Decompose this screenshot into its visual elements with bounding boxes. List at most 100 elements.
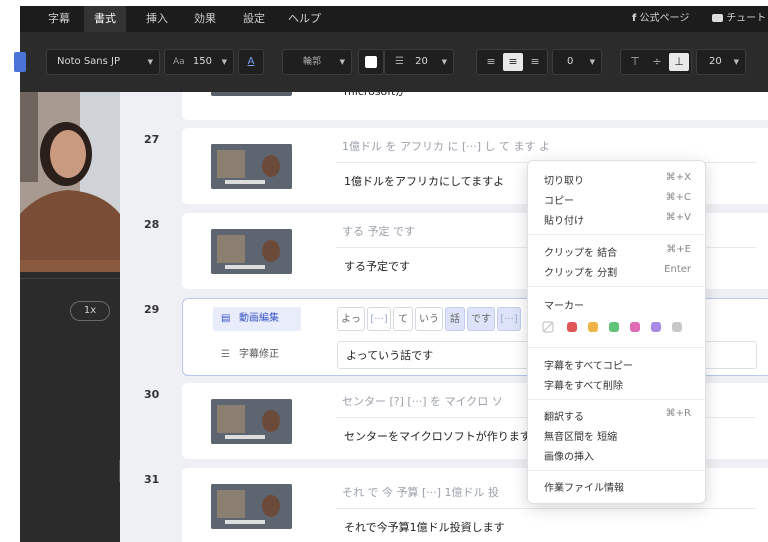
shortcut-cut: ⌘+X: [665, 172, 691, 183]
menu-item-copy-all-subtitles[interactable]: 字幕をすべてコピー: [544, 357, 633, 372]
menu-divider: [528, 234, 705, 235]
chevron-down-icon: ▼: [339, 58, 345, 66]
marker-color-swatch[interactable]: [609, 322, 619, 332]
menu-subtitle[interactable]: 字幕: [38, 6, 80, 32]
align-right-icon[interactable]: ≡: [525, 50, 545, 74]
row-number: 31: [144, 473, 160, 486]
outline-select[interactable]: 輪郭 ▼: [282, 49, 352, 75]
line-spacing-icon: ☰: [395, 56, 404, 67]
font-size-select[interactable]: Aa 150 ▼: [164, 49, 234, 75]
chevron-down-icon: ▼: [589, 58, 595, 66]
row-number: 30: [144, 388, 160, 401]
menu-item-insert-image[interactable]: 画像の挿入: [544, 448, 594, 463]
row-number: 28: [144, 218, 160, 231]
menu-item-delete-all-subtitles[interactable]: 字幕をすべて削除: [544, 377, 623, 392]
menu-divider: [528, 399, 705, 400]
text-color-button[interactable]: A: [238, 49, 264, 75]
font-family-value: Noto Sans JP: [57, 56, 120, 67]
line-spacing-select[interactable]: ☰ 20 ▼: [384, 49, 454, 75]
marker-color-swatch[interactable]: [588, 322, 598, 332]
position-bottom-icon[interactable]: ⊥: [669, 53, 689, 71]
position-top-icon[interactable]: ⊤: [625, 50, 645, 74]
menu-divider: [528, 286, 705, 287]
recognized-words[interactable]: センター [?] [···] を マイクロ ソ: [342, 393, 503, 409]
subtitle-row-partial[interactable]: microsoftが: [182, 92, 768, 120]
font-size-icon: Aa: [173, 57, 185, 67]
menu-divider: [528, 470, 705, 471]
facebook-page-link[interactable]: f 公式ページ: [632, 6, 689, 32]
word-chip[interactable]: [···]: [367, 307, 391, 331]
marker-color-swatch[interactable]: [630, 322, 640, 332]
menu-item-copy[interactable]: コピー: [544, 192, 574, 207]
subtitle-fix-label: 字幕修正: [239, 349, 279, 360]
recognized-words[interactable]: それ で 今 予算 [···] 1億ドル 投: [342, 484, 499, 500]
menu-item-split-clip[interactable]: クリップを 分割: [544, 264, 617, 279]
outline-label: 輪郭: [303, 57, 322, 67]
menu-item-merge-clip[interactable]: クリップを 結合: [544, 244, 617, 259]
clip-thumbnail: [211, 144, 292, 189]
menu-help[interactable]: ヘルプ: [278, 6, 331, 32]
align-center-icon[interactable]: ≡: [503, 53, 523, 71]
facebook-icon: f: [632, 13, 637, 24]
video-preview[interactable]: [20, 92, 120, 272]
menu-format[interactable]: 書式: [84, 6, 126, 32]
menu-item-paste[interactable]: 貼り付け: [544, 212, 584, 227]
word-chip-highlighted[interactable]: です: [467, 307, 495, 331]
film-icon: ▤: [221, 313, 231, 324]
chevron-down-icon: ▼: [441, 58, 447, 66]
menu-item-translate[interactable]: 翻訳する: [544, 408, 584, 423]
shortcut-paste: ⌘+V: [665, 212, 691, 223]
shortcut-split: Enter: [664, 264, 691, 275]
word-chip[interactable]: て: [393, 307, 413, 331]
word-chip-highlighted[interactable]: [···]: [497, 307, 521, 331]
thumbnail-image: [211, 399, 292, 444]
youtube-tutorial-link[interactable]: チュートリ: [712, 6, 768, 50]
align-left-icon[interactable]: ≡: [481, 50, 501, 74]
video-edit-tab[interactable]: ▤ 動画編集: [213, 307, 301, 331]
marker-label: マーカー: [544, 301, 584, 312]
thumbnail-image: [211, 144, 292, 189]
row-number: 29: [144, 303, 160, 316]
subtitle-fix-tab[interactable]: ☰ 字幕修正: [213, 343, 301, 367]
menu-insert[interactable]: 挿入: [136, 6, 178, 32]
font-family-select[interactable]: Noto Sans JP ▼: [46, 49, 160, 75]
position-offset-select[interactable]: 20 ▼: [696, 49, 746, 75]
playback-speed-button[interactable]: 1x: [70, 301, 110, 321]
word-chip[interactable]: よっ: [337, 307, 365, 331]
clip-thumbnail: [211, 229, 292, 274]
menu-settings[interactable]: 設定: [233, 6, 275, 32]
no-marker-icon[interactable]: [542, 321, 554, 333]
vertical-position-group: ⊤ ÷ ⊥: [620, 49, 692, 75]
row-number: 27: [144, 133, 160, 146]
facebook-link-label: 公式ページ: [639, 13, 690, 24]
panel-divider: [20, 278, 120, 279]
toolbar-edge-button[interactable]: [14, 52, 26, 72]
shortcut-merge: ⌘+E: [666, 244, 691, 255]
align-offset-select[interactable]: 0 ▼: [552, 49, 602, 75]
menu-item-cut[interactable]: 切り取り: [544, 172, 584, 187]
shortcut-translate: ⌘+R: [665, 408, 691, 419]
word-chip-highlighted[interactable]: 話: [445, 307, 465, 331]
menu-item-shorten-silence[interactable]: 無音区間を 短縮: [544, 428, 617, 443]
word-chip[interactable]: いう: [415, 307, 443, 331]
position-offset-value: 20: [709, 56, 722, 67]
text-align-group: ≡ ≡ ≡: [476, 49, 548, 75]
line-spacing-value: 20: [415, 56, 428, 67]
clip-thumbnail: [211, 399, 292, 444]
clip-thumbnail: [211, 484, 292, 529]
marker-color-swatch[interactable]: [567, 322, 577, 332]
font-size-value: 150: [192, 56, 212, 67]
marker-color-swatch[interactable]: [651, 322, 661, 332]
subtitle-text[interactable]: microsoftが: [336, 92, 756, 110]
position-middle-icon[interactable]: ÷: [647, 50, 667, 74]
marker-color-swatch[interactable]: [672, 322, 682, 332]
recognized-words[interactable]: 1億ドル を アフリカ に [···] し て ます よ: [342, 138, 550, 154]
background-color-button[interactable]: [358, 49, 384, 75]
menu-item-file-info[interactable]: 作業ファイル情報: [544, 479, 624, 494]
subtitle-text[interactable]: それで今予算1億ドル投資します: [336, 508, 756, 542]
no-marker-glyph: [542, 321, 554, 333]
recognized-words[interactable]: する 予定 です: [342, 223, 415, 239]
thumbnail-image: [211, 484, 292, 529]
video-frame-image: [20, 92, 120, 272]
menu-effects[interactable]: 効果: [184, 6, 226, 32]
